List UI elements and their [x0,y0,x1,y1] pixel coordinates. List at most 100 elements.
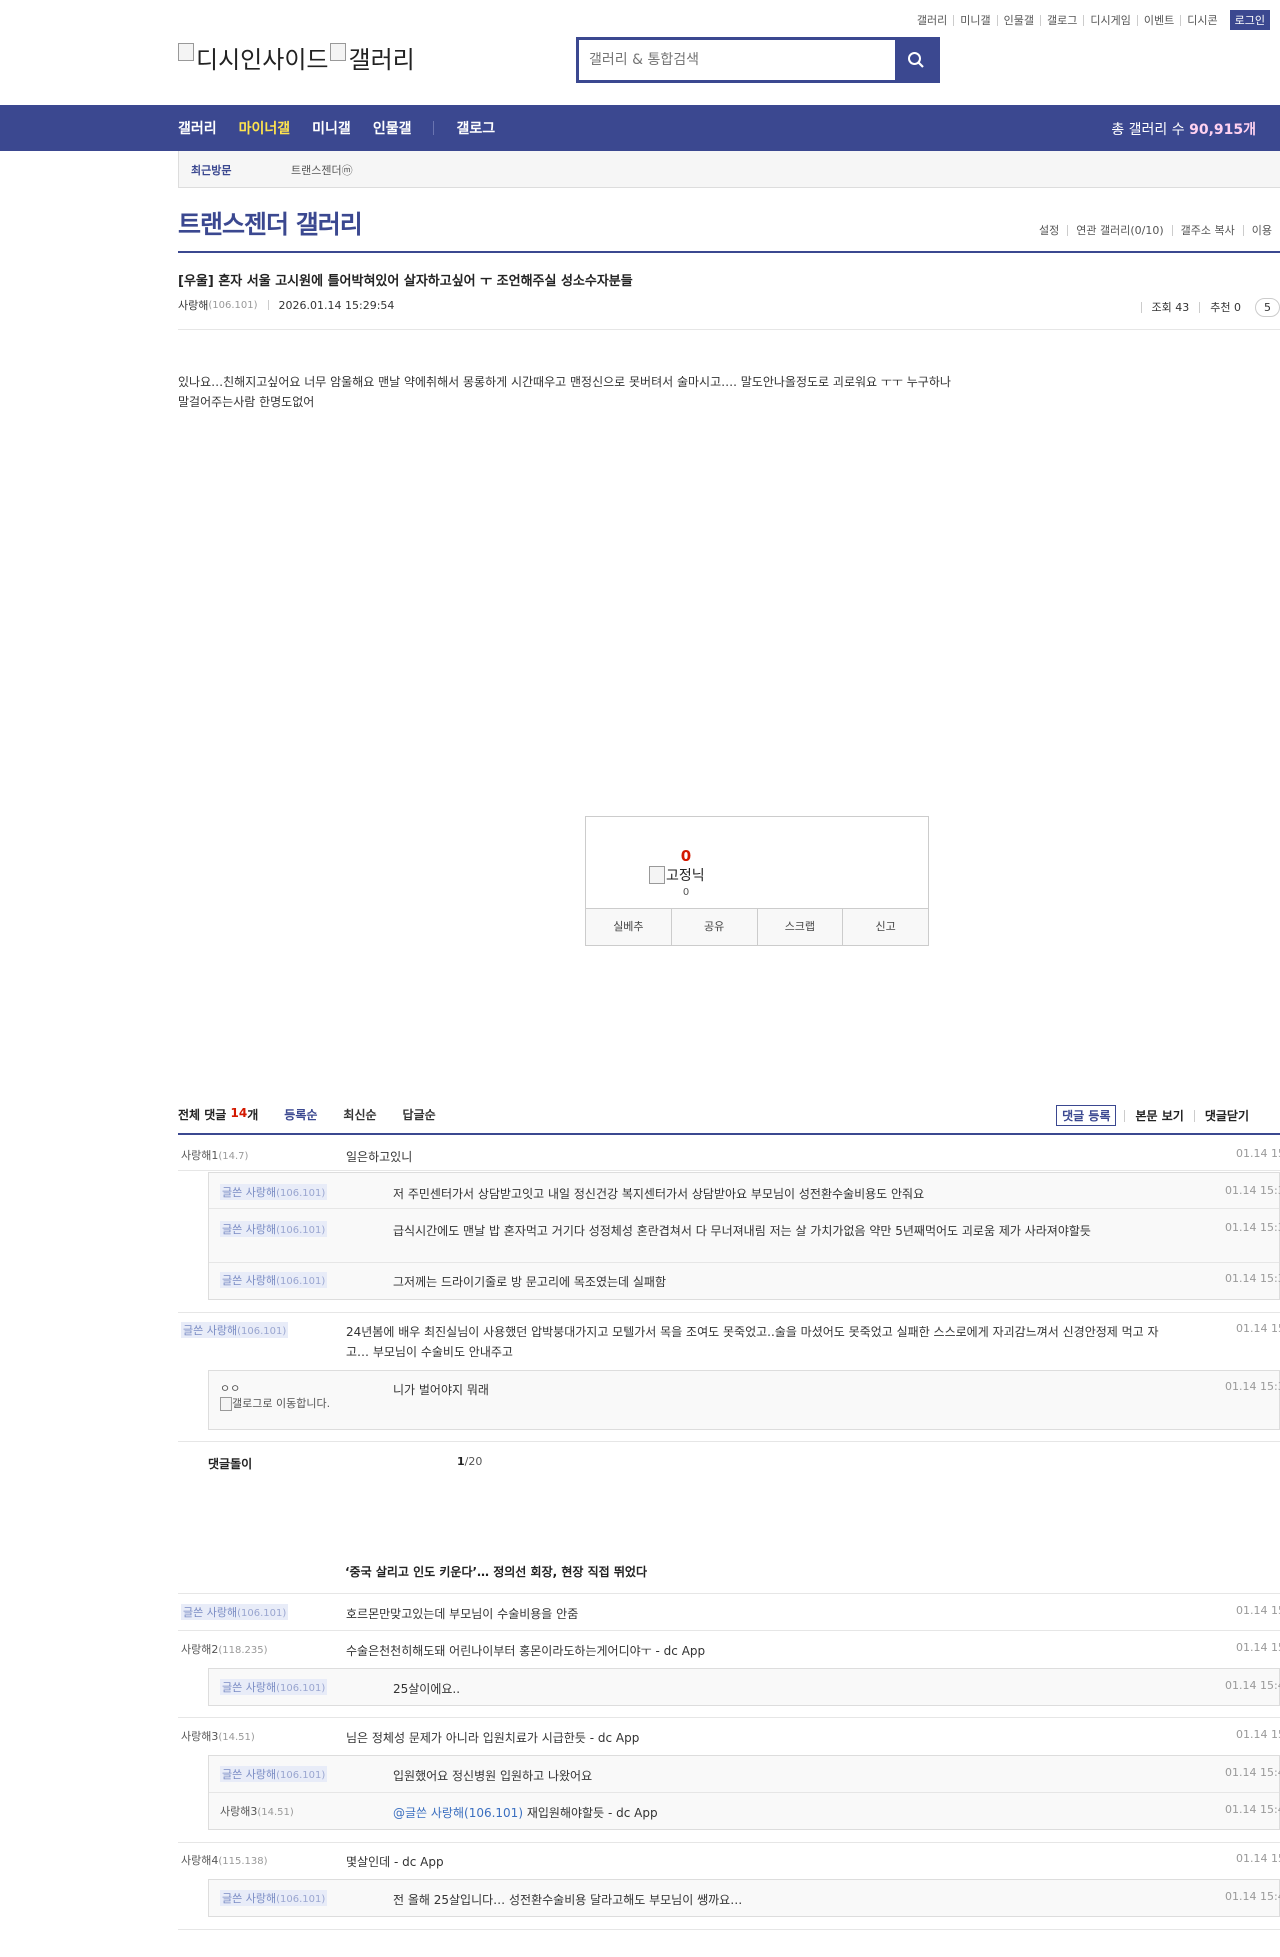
comment-nick-writer[interactable]: 글쓴 사랑해(106.101) [220,1766,328,1782]
news-headline[interactable]: ‘중국 살리고 인도 키운다’… 정의선 회장, 현장 직접 뛰었다 [345,1563,647,1580]
comment-nick[interactable]: 사랑해4(115.138) [181,1852,268,1868]
title-divider [178,251,1280,253]
util-link-gallery[interactable]: 갤러리 [911,15,953,26]
comment-nick-writer[interactable]: 글쓴 사랑해(106.101) [181,1604,289,1620]
gnb-item-gallery[interactable]: 갤러리 [178,118,217,138]
row-divider [178,1593,1280,1594]
comment-header: 전체 댓글 14 개 등록순 최신순 답글순 [178,1106,436,1123]
report-button[interactable]: 신고 [842,909,928,945]
comment-nick-writer[interactable]: 글쓴 사랑해(106.101) [220,1679,328,1695]
logo-text-dcinside: 디시인사이드 [196,46,329,74]
comment-text: 일은하고있니 [346,1150,413,1164]
best-recommend-button[interactable]: 실베추 [586,909,671,945]
comment-nick-writer[interactable]: 글쓴 사랑해(106.101) [220,1221,328,1237]
post-views: 조회 43 [1140,302,1200,313]
row-divider [178,1312,1280,1313]
post-author-ip: (106.101) [208,299,258,311]
reply-text: 니가 벌어야지 뭐래 [393,1383,489,1397]
login-button[interactable]: 로그인 [1229,10,1270,30]
recommend-box: 0 고정닉 0 실베추 공유 스크랩 신고 [585,816,929,946]
fixed-nick-count: 0 [682,887,690,898]
comment-date: 01.14 15 [1236,1147,1280,1160]
sort-by-replies[interactable]: 답글순 [403,1106,436,1123]
comment-text: 24년봄에 배우 최진실님이 사용했던 압박붕대가지고 모텔가서 목을 조여도 … [346,1325,1159,1359]
gnb-item-mini[interactable]: 미니갤 [312,118,351,138]
comment-date: 01.14 15 [1236,1604,1280,1617]
reply-mention[interactable]: @글쓴 사랑해(106.101) [393,1806,523,1820]
meta-divider [267,300,269,310]
comment-divider [178,1133,1280,1135]
close-comments-button[interactable]: 댓글닫기 [1193,1109,1259,1122]
row-divider [209,1792,1279,1793]
comment-nick-writer[interactable]: 글쓴 사랑해(106.101) [181,1322,289,1338]
comment-nick[interactable]: ㅇㅇ [220,1380,240,1396]
total-gallery-count: 총 갤러리 수 90,915개 [1111,119,1256,139]
row-divider [178,1929,1280,1930]
gnb-item-person[interactable]: 인물갤 [373,118,412,138]
comment-date: 01.14 15 [1236,1322,1280,1335]
gnb-menu: 갤러리 마이너갤 미니갤 인물갤 갤로그 [178,105,517,151]
reply-block [208,1370,1280,1430]
post-body: 있나요…친해지고싶어요 너무 암울해요 맨날 약에취해서 몽롱하게 시간때우고 … [178,372,1078,412]
reply-date: 01.14 15:3 [1225,1184,1280,1197]
search-button[interactable] [895,40,937,80]
fixed-nick-recommend-button[interactable]: 고정닉 [649,865,705,885]
row-divider [209,1208,1279,1209]
gnb-item-gallog[interactable]: 갤로그 [456,118,495,138]
sort-by-registered[interactable]: 등록순 [284,1106,317,1123]
util-link-dccon[interactable]: 디시콘 [1180,14,1223,26]
comment-nick-writer[interactable]: 글쓴 사랑해(106.101) [220,1890,328,1906]
comment-nick-writer[interactable]: 글쓴 사랑해(106.101) [220,1272,328,1288]
gallog-link[interactable]: 갤로그로 이동합니다. [220,1395,350,1411]
row-divider [178,1630,1280,1631]
comment-text: 몇살인데 - dc App [346,1855,444,1869]
comment-nick[interactable]: 사랑해3(14.51) [181,1728,255,1744]
broken-image-icon [330,42,347,61]
gallog-alt-text: 갤로그로 이동합니다. [232,1397,331,1410]
row-divider [178,1842,1280,1843]
gnb-divider [433,121,435,135]
post-author[interactable]: 사랑해 [178,297,208,313]
comment-total-count: 14 [230,1106,248,1120]
post-body-line: 말걸어주는사람 한명도없어 [178,395,315,409]
comment-nick[interactable]: 사랑해3(14.51) [220,1803,294,1819]
gallery-opt-settings[interactable]: 설정 [1031,225,1067,236]
comment-register-button[interactable]: 댓글 등록 [1056,1105,1117,1126]
share-button[interactable]: 공유 [670,909,757,945]
util-link-person[interactable]: 인물갤 [996,14,1040,26]
gallery-opt-related[interactable]: 연관 갤러리(0/10) [1067,225,1171,236]
comment-date: 01.14 15 [1236,1852,1280,1865]
scrap-button[interactable]: 스크랩 [756,909,843,945]
sort-by-newest[interactable]: 최신순 [343,1106,376,1123]
search-icon [908,52,924,68]
util-link-event[interactable]: 이벤트 [1136,14,1180,26]
gallery-opt-copy-url[interactable]: 갤주소 복사 [1171,225,1243,236]
fixed-nick-label: 고정닉 [666,868,705,884]
comment-nick[interactable]: 사랑해1(14.7) [181,1147,248,1163]
gallery-opt-usage[interactable]: 이용 [1242,225,1280,236]
reply-bot-pager[interactable]: 1/20 [457,1455,482,1468]
row-divider [178,1441,1280,1442]
broken-image-icon [178,42,194,61]
reply-text: 저 주민센터가서 상담받고잇고 내일 정신건강 복지센터가서 상담받아요 부모님… [393,1187,925,1201]
recent-visit-label[interactable]: 최근방문 [191,162,231,178]
reply-text: 전 올해 25살입니다… 성전환수술비용 달라고해도 부모님이 쌩까요… [393,1893,743,1907]
post-comment-badge[interactable]: 5 [1255,298,1280,317]
recommend-actions: 실베추 공유 스크랩 신고 [586,908,928,945]
reply-date: 01.14 15:4 [1225,1890,1280,1903]
view-body-button[interactable]: 본문 보기 [1124,1109,1193,1122]
comment-nick-writer[interactable]: 글쓴 사랑해(106.101) [220,1184,328,1200]
comment-nick[interactable]: 사랑해2(118.235) [181,1641,268,1657]
gallery-title[interactable]: 트랜스젠더 갤러리 [178,205,363,241]
search-input[interactable] [579,40,895,80]
site-logo[interactable]: 디시인사이드 갤러리 [178,40,415,75]
util-link-game[interactable]: 디시게임 [1083,14,1136,26]
reply-text: 25살이에요.. [393,1682,461,1696]
util-links: 갤러리 미니갤 인물갤 갤로그 디시게임 이벤트 디시콘 로그인 [911,10,1270,30]
util-link-mini[interactable]: 미니갤 [953,14,996,26]
recent-visit-gallery[interactable]: 트랜스젠더ⓜ [291,162,353,178]
broken-image-icon [649,866,665,884]
util-link-gallog[interactable]: 갤로그 [1040,14,1083,26]
gnb-item-minor[interactable]: 마이너갤 [239,118,291,138]
comment-text: 님은 정체성 문제가 아니라 입원치료가 시급한듯 - dc App [346,1731,640,1745]
